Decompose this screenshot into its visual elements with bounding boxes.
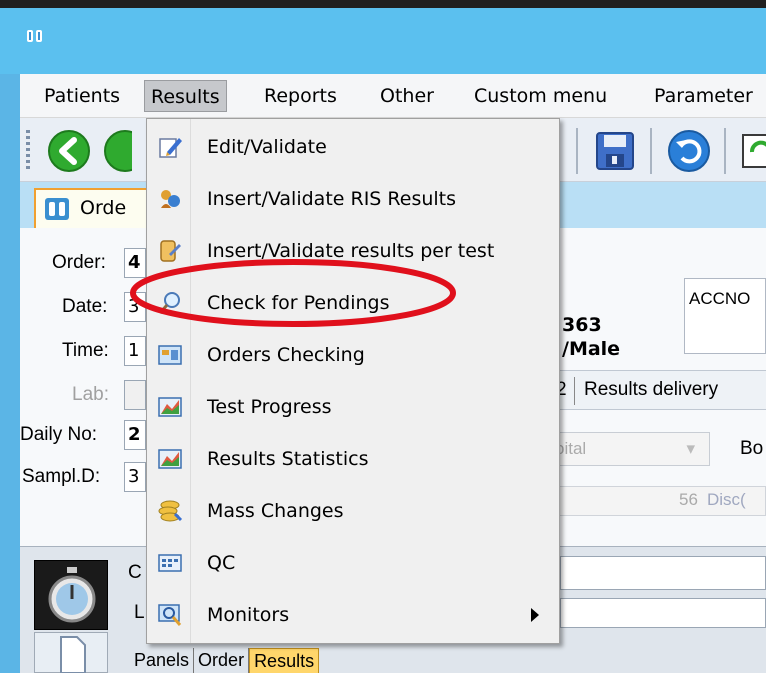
app-icon: [26, 28, 44, 48]
bo-label: Bo: [740, 438, 764, 459]
daily-no-field[interactable]: 2: [124, 420, 146, 450]
submenu-arrow-icon: [531, 608, 539, 622]
bottom-tab-strip: Panels Order Results: [130, 648, 320, 673]
right-tab-strip: 2 Results delivery: [548, 370, 766, 410]
page-icon: [60, 636, 86, 673]
undo-icon[interactable]: [666, 128, 712, 174]
patient-sex-value: /Male: [562, 338, 621, 360]
toolbar-separator: [650, 128, 652, 174]
date-label: Date:: [62, 296, 108, 317]
ris-icon: [157, 186, 183, 212]
menu-bar: Patients Results Reports Other Custom me…: [20, 74, 766, 118]
test-tube-icon: [157, 238, 183, 264]
menu-item-insert-validate-ris[interactable]: Insert/Validate RIS Results: [147, 173, 559, 225]
results-menu: Edit/Validate Insert/Validate RIS Result…: [146, 118, 560, 644]
tab-divider: [574, 377, 575, 405]
menu-item-insert-validate-per-test[interactable]: Insert/Validate results per test: [147, 225, 559, 277]
forward-icon[interactable]: [102, 128, 132, 174]
title-bar: [0, 0, 766, 74]
discount-row: 56 Disc(: [548, 486, 766, 516]
menu-item-qc[interactable]: QC: [147, 537, 559, 589]
back-icon[interactable]: [46, 128, 92, 174]
tab-order-label: Orde: [80, 197, 127, 219]
lower-c-label: C: [128, 562, 142, 583]
magnifier-icon: [157, 290, 183, 316]
mass-changes-icon: [157, 498, 183, 524]
menu-item-mass-changes[interactable]: Mass Changes: [147, 485, 559, 537]
lower-input-1[interactable]: [560, 556, 766, 590]
time-field[interactable]: 1: [124, 336, 146, 366]
menu-patients[interactable]: Patients: [38, 80, 126, 112]
lower-l-label: L: [134, 602, 145, 623]
chart-icon: [157, 394, 183, 420]
sampl-d-label: Sampl.D:: [22, 466, 101, 487]
menu-item-orders-checking[interactable]: Orders Checking: [147, 329, 559, 381]
lab-label: Lab:: [72, 384, 109, 405]
tab-order-bottom[interactable]: Order: [194, 648, 250, 673]
date-field[interactable]: 3: [124, 292, 146, 322]
menu-item-edit-validate[interactable]: Edit/Validate: [147, 121, 559, 173]
stopwatch-button[interactable]: [34, 560, 108, 630]
monitor-icon: [157, 602, 183, 628]
menu-results[interactable]: Results: [144, 80, 227, 112]
discount-value: 56: [679, 490, 698, 509]
qc-icon: [157, 550, 183, 576]
accno-label: ACCNO: [689, 289, 751, 308]
toolbar-separator: [724, 128, 726, 174]
discount-label: Disc(: [707, 490, 746, 509]
order-label: Order:: [52, 252, 106, 273]
window-frame-left: [0, 74, 20, 673]
toolbar-separator: [576, 128, 578, 174]
orders-checking-icon: [157, 342, 183, 368]
page-button[interactable]: [34, 632, 108, 673]
patient-id-value: 363: [562, 314, 602, 336]
daily-no-label: Daily No:: [20, 424, 98, 445]
menu-item-monitors[interactable]: Monitors: [147, 589, 559, 641]
chevron-down-icon: ▾: [686, 439, 695, 458]
menu-parameter[interactable]: Parameter: [648, 80, 759, 112]
tab-results-delivery[interactable]: Results delivery: [584, 371, 718, 409]
tab-results[interactable]: Results: [249, 648, 320, 673]
menu-item-test-progress[interactable]: Test Progress: [147, 381, 559, 433]
lower-input-2[interactable]: [560, 598, 766, 628]
stopwatch-icon: [48, 567, 96, 623]
accno-box: ACCNO: [684, 278, 766, 354]
chart-icon: [157, 446, 183, 472]
application-window: Patients Results Reports Other Custom me…: [0, 0, 766, 673]
menu-custom-menu[interactable]: Custom menu: [468, 80, 613, 112]
hospital-select[interactable]: oital ▾: [548, 432, 710, 466]
tab-panels[interactable]: Panels: [130, 648, 195, 673]
refresh-icon[interactable]: [738, 128, 766, 174]
lab-field[interactable]: [124, 380, 146, 410]
save-icon[interactable]: [592, 128, 638, 174]
menu-other[interactable]: Other: [374, 80, 440, 112]
order-field[interactable]: 4: [124, 248, 146, 278]
menu-item-results-statistics[interactable]: Results Statistics: [147, 433, 559, 485]
menu-reports[interactable]: Reports: [258, 80, 343, 112]
edit-pencil-icon: [157, 134, 183, 160]
sampl-d-field[interactable]: 3: [124, 462, 146, 492]
toolbar-grip[interactable]: [26, 130, 30, 170]
menu-item-check-for-pendings[interactable]: Check for Pendings: [147, 277, 559, 329]
time-label: Time:: [62, 340, 109, 361]
